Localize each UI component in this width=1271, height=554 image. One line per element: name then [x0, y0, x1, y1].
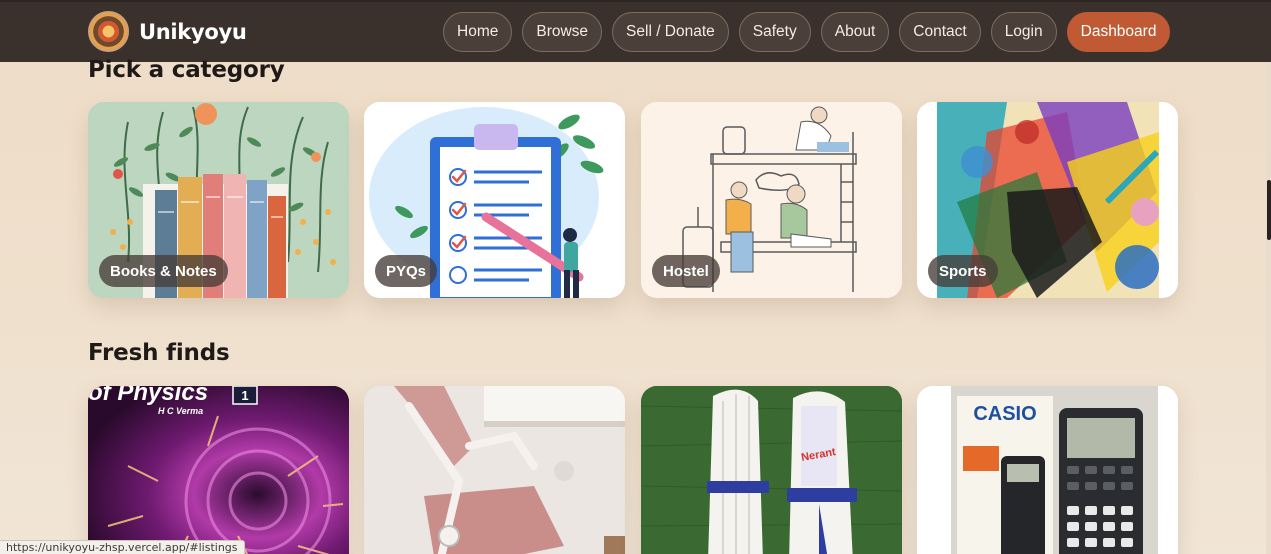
book-cover-author: H C Verma	[158, 406, 203, 416]
category-card-pyqs[interactable]: PYQs	[364, 102, 625, 298]
nav-sell-donate[interactable]: Sell / Donate	[612, 12, 729, 52]
brand-name: Unikyoyu	[139, 19, 247, 44]
scrollbar-thumb[interactable]	[1267, 180, 1271, 240]
nav-login[interactable]: Login	[990, 12, 1057, 52]
category-card-books-notes[interactable]: Books & Notes	[88, 102, 349, 298]
nav-dashboard-button[interactable]: Dashboard	[1066, 12, 1171, 52]
nav-contact[interactable]: Contact	[899, 12, 981, 52]
category-label: Sports	[928, 255, 998, 287]
listing-card-calculator[interactable]: CASIO	[917, 386, 1178, 554]
nav-about[interactable]: About	[820, 12, 890, 52]
category-card-sports[interactable]: Sports	[917, 102, 1178, 298]
brand[interactable]: Unikyoyu	[88, 11, 247, 52]
category-label: Hostel	[652, 255, 720, 287]
calculator-brand-text: CASIO	[973, 403, 1036, 425]
nav-safety[interactable]: Safety	[738, 12, 811, 52]
listing-card-physics-book[interactable]: 1 of Physics H C Verma	[88, 386, 349, 554]
scrollbar-track[interactable]	[1266, 62, 1271, 554]
physics-book-image: 1 of Physics H C Verma	[88, 386, 349, 554]
category-label: PYQs	[375, 255, 438, 287]
chair-image	[364, 386, 625, 554]
nav-home[interactable]: Home	[443, 12, 513, 52]
listing-card-chair[interactable]	[364, 386, 625, 554]
book-volume-badge: 1	[241, 388, 248, 403]
category-label: Books & Notes	[99, 255, 228, 287]
listing-card-cricket-pads[interactable]: Nerant	[641, 386, 902, 554]
fresh-finds-heading: Fresh finds	[88, 340, 230, 366]
brand-logo-icon	[88, 11, 129, 52]
browser-status-url: https://unikyoyu-zhsp.vercel.app/#listin…	[0, 540, 245, 554]
book-cover-title: of Physics	[88, 386, 208, 406]
calculator-image: CASIO	[917, 386, 1178, 554]
top-navbar: Unikyoyu Home Browse Sell / Donate Safet…	[0, 0, 1271, 62]
cricket-pads-image: Nerant	[641, 386, 902, 554]
nav-browse[interactable]: Browse	[522, 12, 603, 52]
nav-links: Home Browse Sell / Donate Safety About C…	[443, 12, 1171, 52]
categories-heading: Pick a category	[88, 57, 285, 83]
category-card-hostel[interactable]: Hostel	[641, 102, 902, 298]
